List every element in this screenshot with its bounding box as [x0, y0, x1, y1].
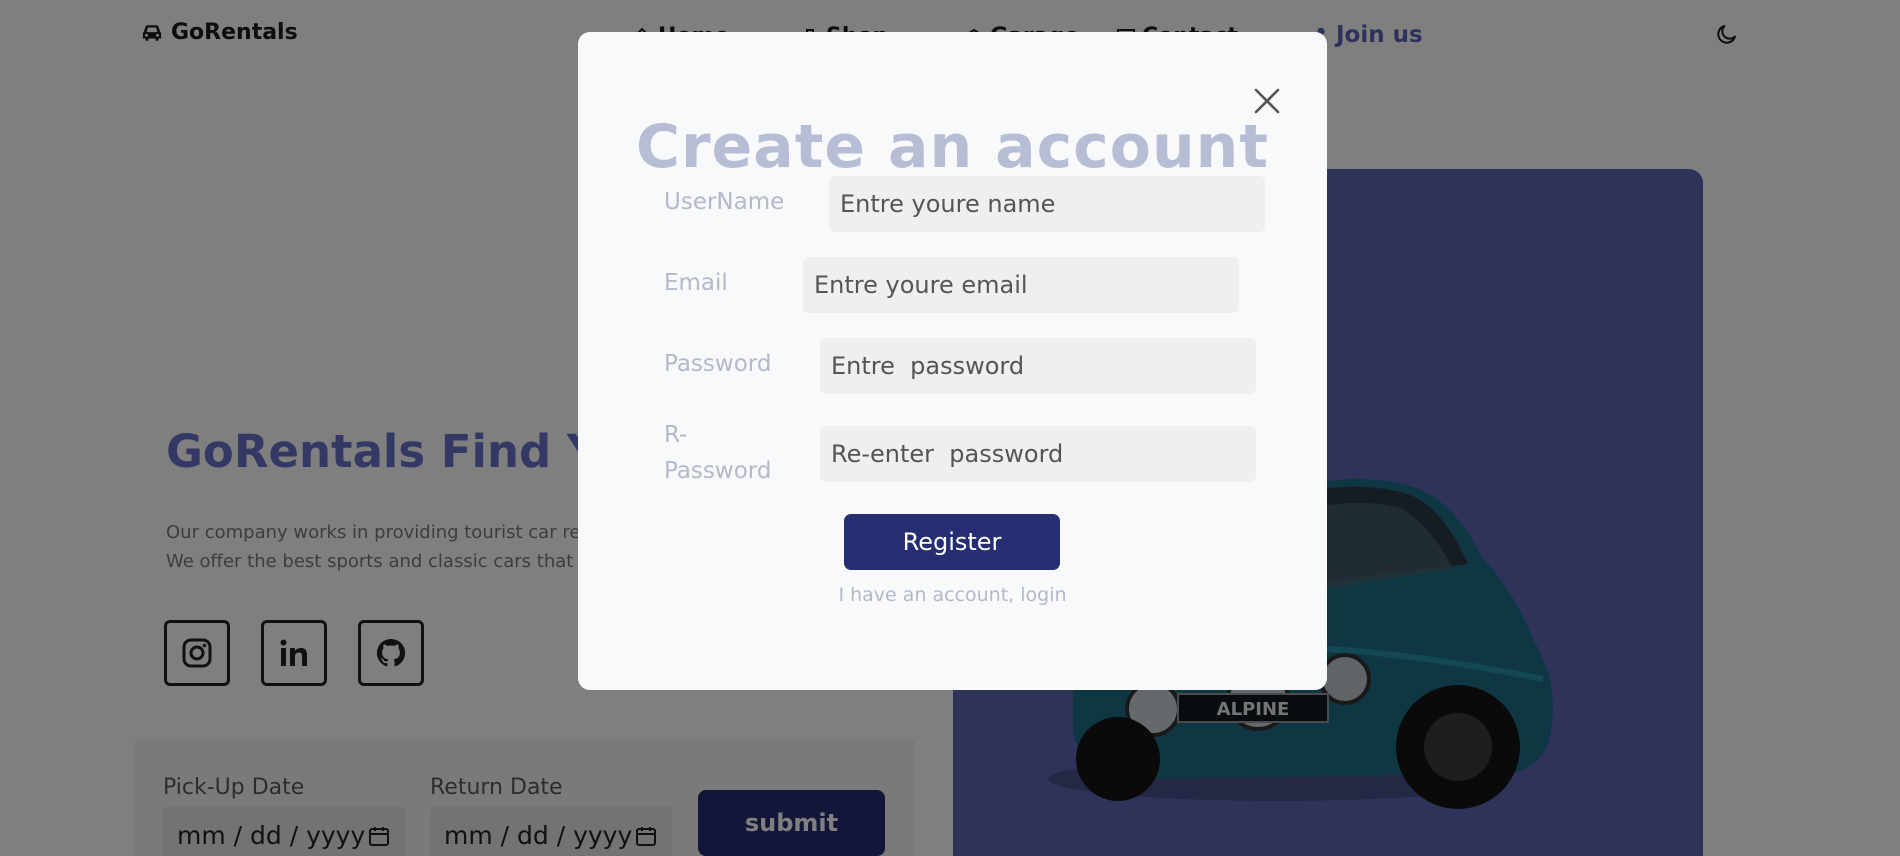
close-icon — [1254, 88, 1280, 114]
close-button[interactable] — [1252, 86, 1282, 116]
password-label: Password — [664, 351, 772, 377]
register-button[interactable]: Register — [844, 514, 1060, 570]
username-input[interactable] — [829, 176, 1265, 232]
repassword-label: R- Password — [664, 417, 771, 489]
repassword-label-line2: Password — [664, 458, 772, 484]
repassword-label-line1: R- — [664, 422, 688, 448]
password-input[interactable] — [820, 338, 1256, 394]
email-input[interactable] — [803, 257, 1239, 313]
username-label: UserName — [664, 189, 785, 215]
create-account-modal: Create an account UserName Email Passwor… — [578, 32, 1327, 690]
login-link[interactable]: I have an account, login — [578, 584, 1327, 606]
repassword-input[interactable] — [820, 426, 1256, 482]
modal-title: Create an account — [635, 112, 1270, 182]
email-label: Email — [664, 270, 728, 296]
